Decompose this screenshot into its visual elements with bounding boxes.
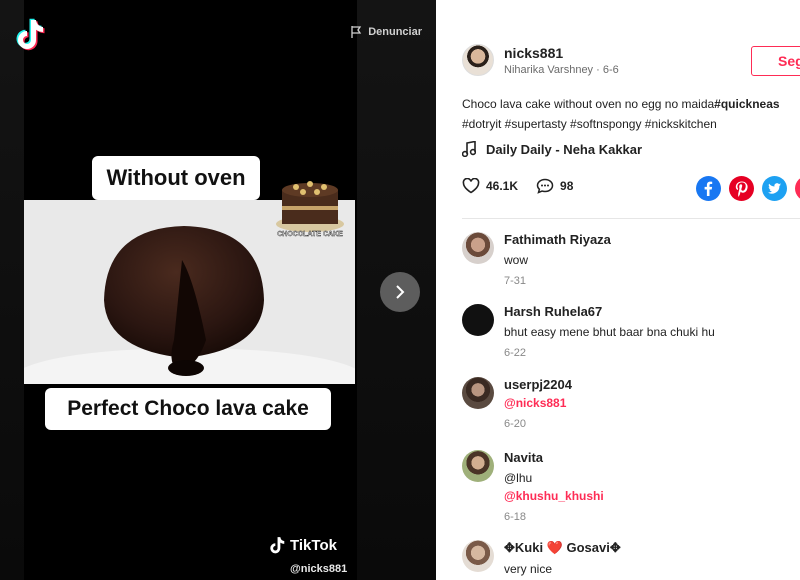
author-info[interactable]: nicks881 Niharika Varshney · 6-6 [462,44,619,76]
music-note-icon [462,141,476,157]
comment-count: 98 [560,179,574,193]
comment-mention[interactable]: @khushu_khushi [504,489,604,503]
author-username[interactable]: nicks881 [504,45,619,61]
tiktok-watermark: TikTok [268,536,337,555]
music-title: Daily Daily - Neha Kakkar [486,141,643,157]
separator-dot: · [596,63,603,76]
comment-text: wow [504,253,529,267]
report-button[interactable]: Denunciar [351,26,422,38]
comment-text: bhut easy mene bhut baar bna chuki hu [504,325,715,339]
like-button[interactable]: 46.1K [462,178,518,194]
engagement-stats: 46.1K 98 [462,178,591,194]
next-video-button[interactable] [380,272,420,312]
comment-bubble-icon [536,178,554,194]
share-buttons [696,176,800,201]
sticker-text: CHOCOLATE CAKE [277,231,343,238]
tiktok-watermark-icon [270,537,285,554]
commenter-avatar[interactable] [462,450,494,482]
comment-date: 7-31 [504,275,527,287]
commenter-avatar[interactable] [462,304,494,336]
author-subline: Niharika Varshney · 6-6 [504,64,619,76]
video-details-panel: nicks881 Niharika Varshney · 6-6 Seg Cho… [436,0,800,580]
description-hashtags[interactable]: #dotryit #supertasty #softnspongy #nicks… [462,114,800,134]
comment-date: 6-18 [504,511,527,523]
follow-button[interactable]: Seg [751,46,800,76]
twitter-share-icon[interactable] [762,176,787,201]
commenter-avatar[interactable] [462,232,494,264]
comment-mention[interactable]: @nicks881 [504,396,572,410]
post-date: 6-6 [602,63,619,76]
commenter-name[interactable]: Harsh Ruhela67 [504,304,715,319]
video-blur-left [0,0,24,580]
heart-icon [462,178,480,194]
commenter-name[interactable]: userpj2204 [504,377,572,392]
tiktok-video-page: Denunciar Without oven CHOCOLATE CAKE Pe… [0,0,800,580]
tiktok-logo-icon[interactable] [14,18,46,52]
caption-top: Without oven [92,156,260,200]
commenter-avatar[interactable] [462,377,494,409]
video-description: Choco lava cake without oven no egg no m… [462,94,800,134]
commenter-name[interactable]: Navita [504,450,604,465]
chevron-right-icon [396,285,405,299]
commenter-name[interactable]: ✥Kuki ❤️ Gosavi✥ [504,540,621,556]
description-line-1: Choco lava cake without oven no egg no m… [462,94,800,114]
commenter-name[interactable]: Fathimath Riyaza [504,232,611,247]
more-share-icon[interactable] [795,176,800,201]
report-label: Denunciar [368,26,422,38]
comment-text: @lhu [504,471,533,485]
comment-date: 6-22 [504,347,527,359]
commenter-avatar[interactable] [462,540,494,572]
facebook-share-icon[interactable] [696,176,721,201]
hashtag-quickneas[interactable]: #quickneas [714,97,779,111]
watermark-brand: TikTok [290,537,337,554]
description-text: Choco lava cake without oven no egg no m… [462,97,715,111]
pinterest-share-icon[interactable] [729,176,754,201]
author-avatar[interactable] [462,44,494,76]
music-link[interactable]: Daily Daily - Neha Kakkar [462,141,642,157]
author-display-name: Niharika Varshney [504,63,594,76]
comment-text: very nice [504,562,553,576]
divider [462,218,800,219]
like-count: 46.1K [486,179,519,193]
watermark-handle: @nicks881 [290,563,348,575]
cake-sticker-icon: CHOCOLATE CAKE [276,181,344,238]
comment-date: 6-20 [504,418,527,430]
flag-icon [351,26,362,38]
caption-bottom: Perfect Choco lava cake [45,388,331,430]
video-player[interactable]: Denunciar Without oven CHOCOLATE CAKE Pe… [0,0,436,580]
comment-count-button[interactable]: 98 [536,178,573,194]
